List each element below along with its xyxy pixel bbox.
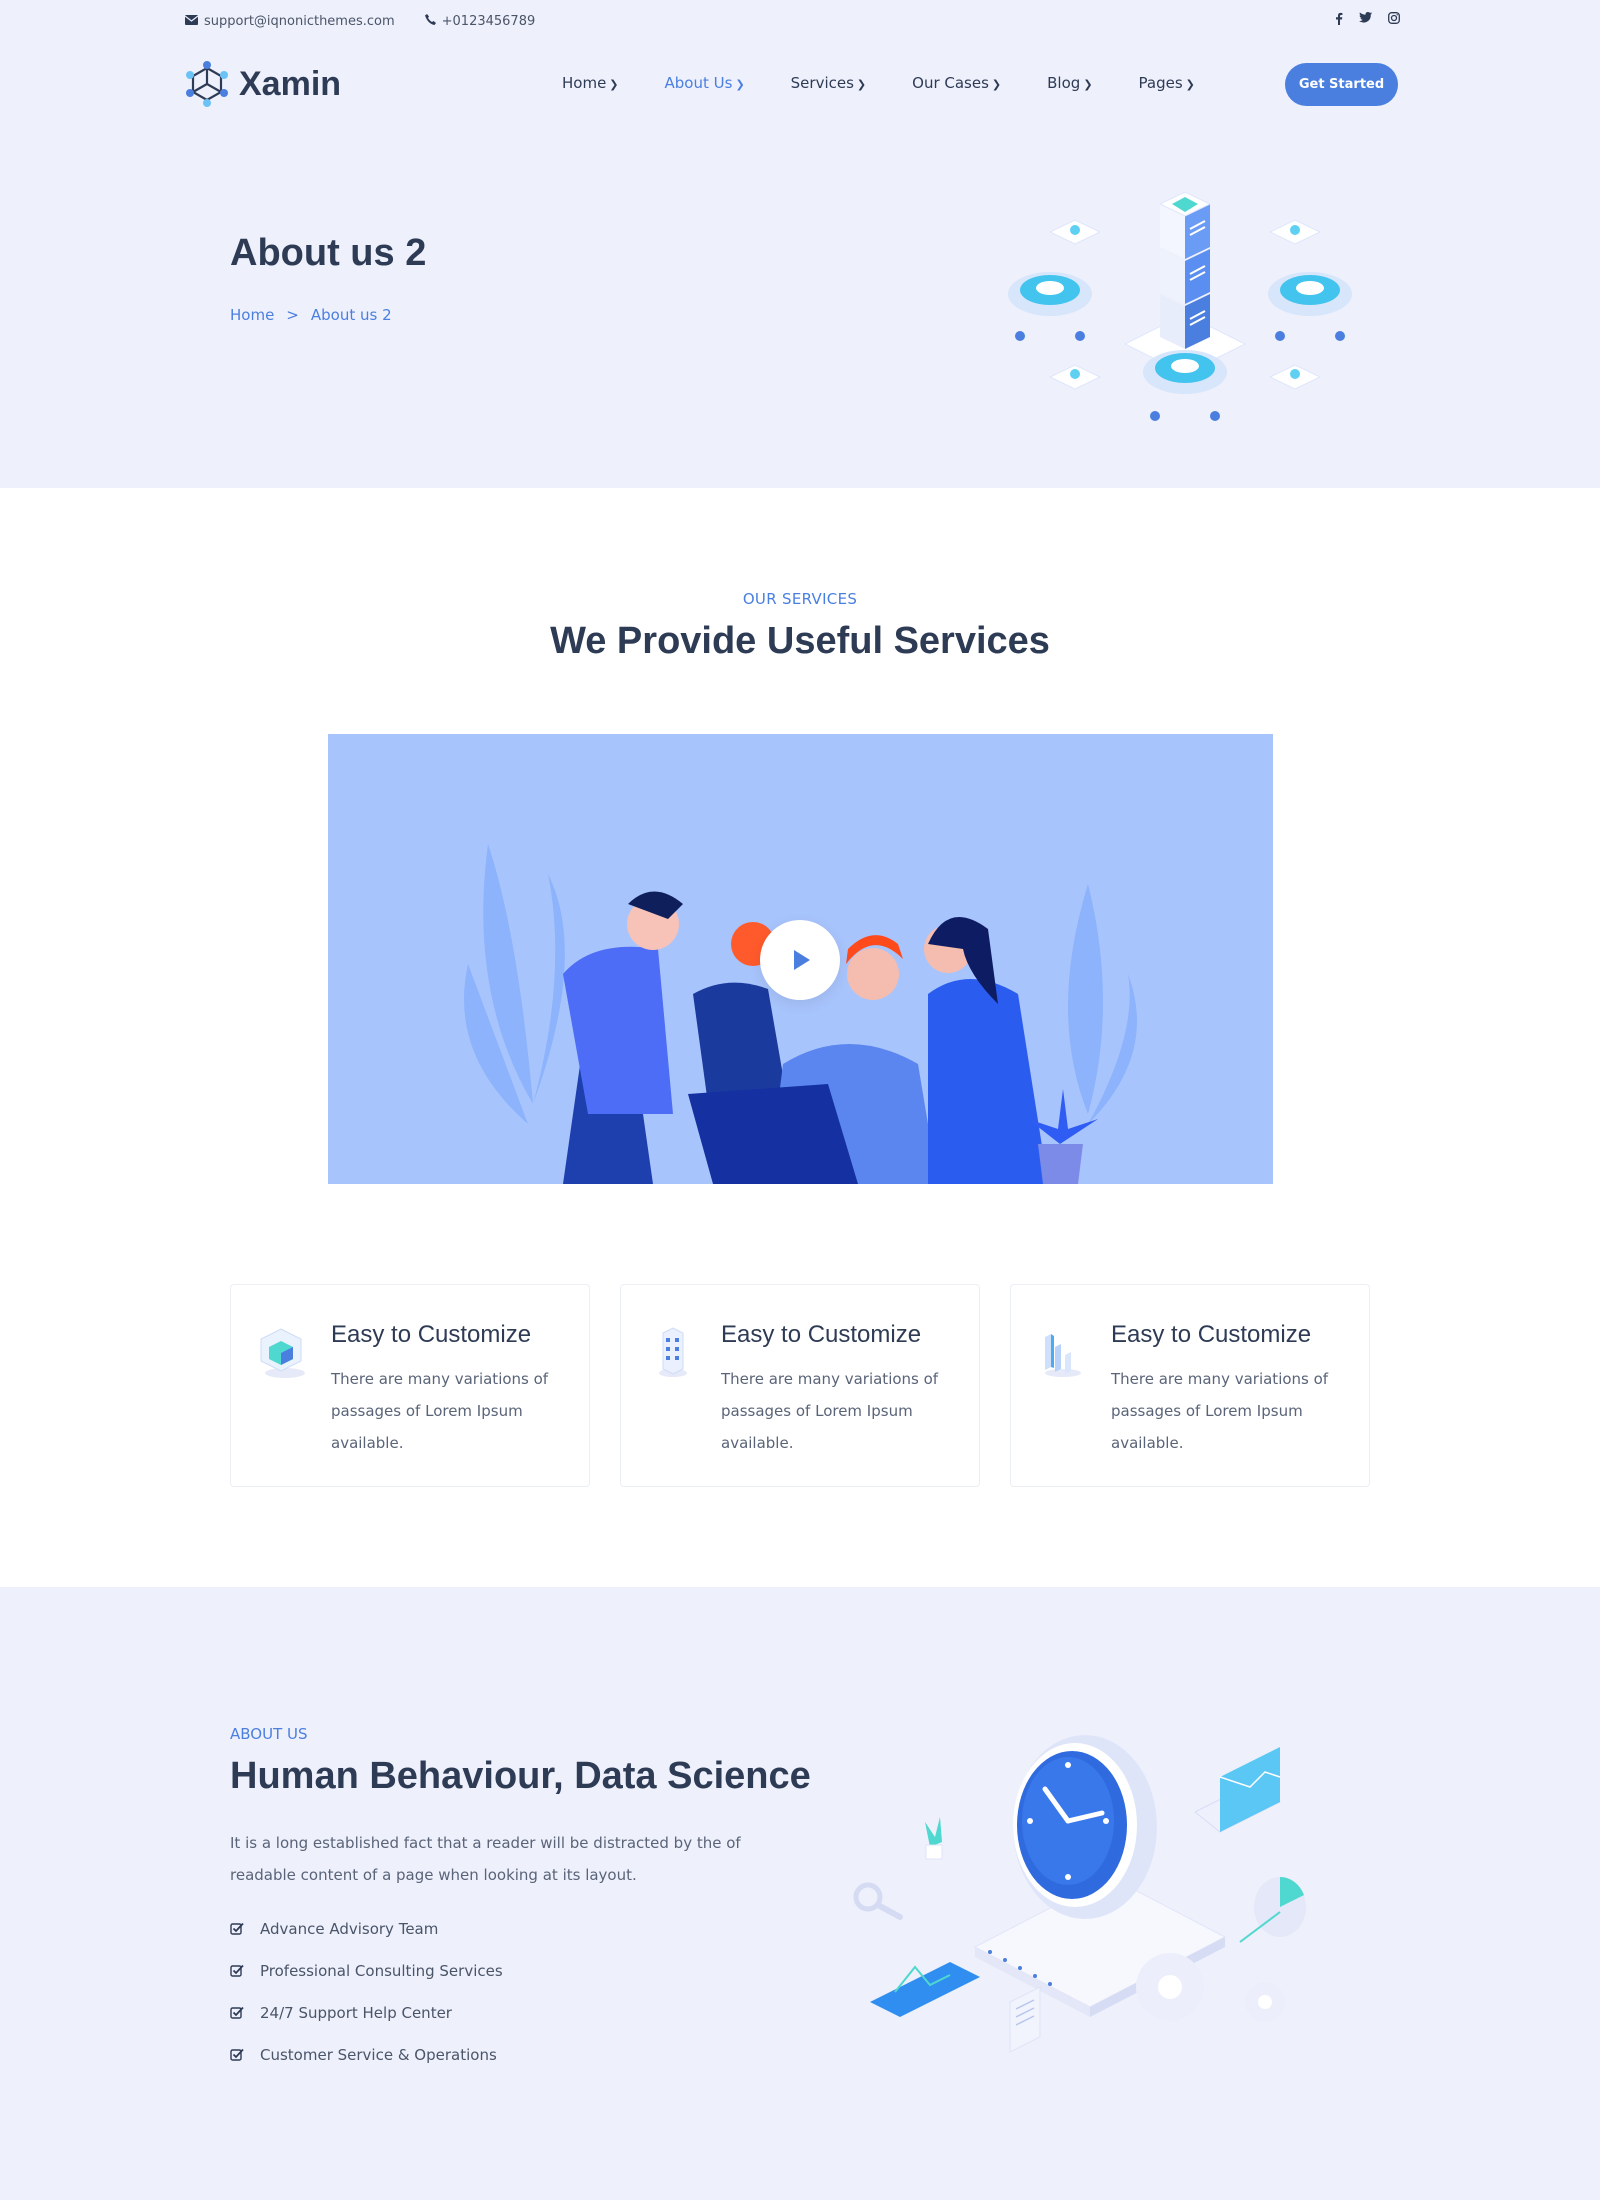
xamin-logo-icon [186,61,228,107]
envelope-icon [184,14,199,29]
chevron-down-icon: ❯ [1185,78,1195,91]
services-eyebrow: OUR SERVICES [742,590,858,608]
nav-item-services[interactable]: Services ❯ [791,74,866,92]
nav-item-blog[interactable]: Blog ❯ [1047,74,1092,92]
list-item: Advance Advisory Team [230,1920,503,1962]
clock-analytics-illustration [853,1735,1306,2053]
about-list: Advance Advisory Team Professional Consu… [230,1920,503,2088]
chevron-down-icon: ❯ [1083,78,1093,91]
twitter-icon[interactable] [1359,12,1372,29]
facebook-icon[interactable] [1335,12,1343,29]
breadcrumb-home[interactable]: Home [230,306,274,324]
instagram-icon[interactable] [1388,12,1400,29]
feature-card-title: Easy to Customize [331,1321,532,1348]
feature-card-text: There are many variations of passages of… [1111,1370,1329,1452]
chevron-down-icon: ❯ [856,78,867,91]
feature-card: Easy to Customize There are many variati… [230,1284,590,1487]
chevron-down-icon: ❯ [991,78,1002,91]
list-item: Professional Consulting Services [230,1962,503,2004]
feature-card-text: There are many variations of passages of… [331,1370,549,1452]
checkbox-checked-icon [230,2048,244,2061]
phone-icon [424,14,436,29]
list-item: Customer Service & Operations [230,2046,503,2088]
feature-card-title: Easy to Customize [721,1321,922,1348]
site-header: Xamin Home ❯ About Us ❯ Services ❯ Our Case… [0,44,1600,124]
breadcrumb-separator: > [286,306,299,324]
feature-card: Easy to Customize There are many variati… [1010,1284,1370,1487]
list-item: 24/7 Support Help Center [230,2004,503,2046]
checkbox-checked-icon [230,2006,244,2019]
social-links [1335,12,1400,29]
brand-logo[interactable]: Xamin [185,60,341,108]
feature-card-text: There are many variations of passages of… [721,1370,939,1452]
chevron-down-icon: ❯ [609,78,619,91]
top-bar: support@iqnonicthemes.com +0123456789 [0,0,1600,44]
nav-item-about-us[interactable]: About Us ❯ [665,74,745,92]
chevron-down-icon: ❯ [735,78,745,91]
cube-icon [260,1328,305,1378]
about-section: ABOUT US Human Behaviour, Data Science I… [0,1587,1600,2200]
email-link[interactable]: support@iqnonicthemes.com [184,14,395,29]
feature-card: Easy to Customize There are many variati… [620,1284,980,1487]
checkbox-checked-icon [230,1964,244,1977]
main-nav: Home ❯ About Us ❯ Services ❯ Our Cases ❯ Blo… [562,74,1241,92]
nav-item-our-cases[interactable]: Our Cases ❯ [912,74,1001,92]
phone-text: +0123456789 [441,14,536,29]
breadcrumb-current: About us 2 [310,306,392,324]
about-lead: It is a long established fact that a rea… [230,1834,741,1884]
services-title: We Provide Useful Services [550,620,1050,662]
get-started-button[interactable]: Get Started [1285,63,1398,106]
server-network-illustration [1008,191,1352,421]
phone-link[interactable]: +0123456789 [424,14,536,29]
video-thumbnail[interactable] [328,734,1273,1184]
about-eyebrow: ABOUT US [230,1725,308,1743]
email-text: support@iqnonicthemes.com [204,14,395,29]
page-hero: About us 2 Home > About us 2 [0,124,1600,488]
building-icon [659,1327,687,1377]
play-button[interactable] [760,920,840,1000]
checkbox-checked-icon [230,1922,244,1935]
feature-card-title: Easy to Customize [1111,1321,1312,1348]
brand-name: Xamin [239,64,342,103]
breadcrumb: Home > About us 2 [230,306,392,324]
page-title: About us 2 [230,232,427,274]
about-title: Human Behaviour, Data Science [230,1755,811,1797]
contact-info: support@iqnonicthemes.com +0123456789 [184,14,536,29]
bar-chart-icon [1045,1334,1081,1377]
nav-item-pages[interactable]: Pages ❯ [1139,74,1195,92]
nav-item-home[interactable]: Home ❯ [562,74,619,92]
feature-cards: Easy to Customize There are many variati… [230,1284,1370,1487]
